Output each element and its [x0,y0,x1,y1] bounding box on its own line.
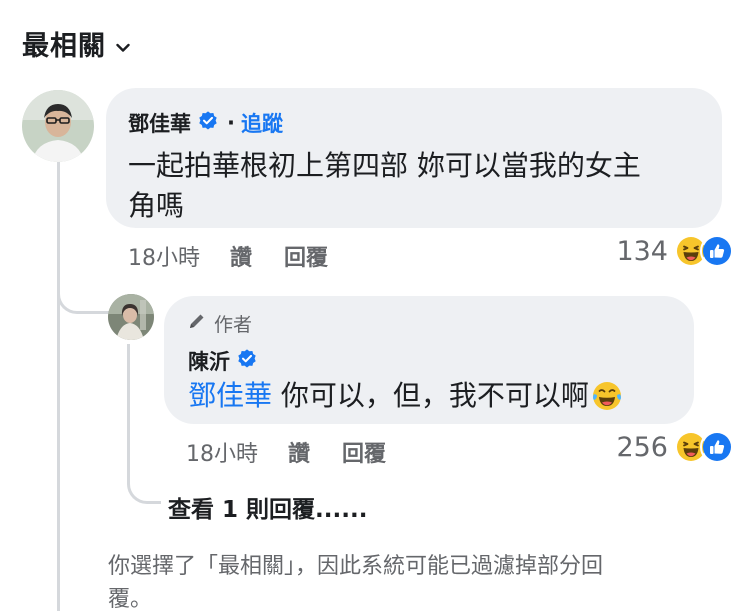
verified-badge-icon [197,110,219,137]
comment-actions: 18小時 讚 回覆 [128,240,360,272]
comment-header: 鄧佳華 · 追蹤 [128,108,283,138]
reaction-count: 134 [616,235,668,267]
filter-notice-line: 覆。 [108,587,153,612]
reply-text-content: 你可以，但，我不可以啊 [272,379,589,412]
separator-dot: · [227,111,235,135]
pen-icon [188,312,214,335]
view-more-replies-link[interactable]: 查看 1 則回覆...... [168,490,367,524]
reply-header: 陳沂 [188,346,258,376]
thread-line-main [57,162,60,611]
reply-timestamp[interactable]: 18小時 [186,436,258,468]
reply-reactions[interactable]: 256 [616,430,734,464]
comment-text-line: 一起拍華根初上第四部 妳可以當我的女主 [128,149,641,182]
reply-button[interactable]: 回覆 [342,436,386,468]
author-tag: 作者 [188,310,252,337]
reply-bubble: 作者 陳沂 鄧佳華 你可以，但，我不可以啊 [164,296,694,424]
sort-dropdown[interactable]: 最相關 [22,24,130,63]
comment-reactions[interactable]: 134 [616,234,734,268]
comment-bubble: 鄧佳華 · 追蹤 一起拍華根初上第四部 妳可以當我的女主 角嗎 [106,88,722,228]
filter-notice-line: 你選擇了「最相關」，因此系統可能已過濾掉部分回 [108,554,604,579]
mention-link[interactable]: 鄧佳華 [188,376,272,416]
thread-connector-more [127,344,161,504]
comment-text: 一起拍華根初上第四部 妳可以當我的女主 角嗎 [128,146,641,226]
tears-of-joy-emoji [591,380,623,412]
reaction-count: 256 [616,431,668,463]
like-icon [700,234,734,268]
like-button[interactable]: 讚 [230,240,252,272]
like-button[interactable]: 讚 [288,436,310,468]
comment-timestamp[interactable]: 18小時 [128,240,200,272]
comment-text-line: 角嗎 [128,189,185,222]
like-icon [700,430,734,464]
thread-connector-reply [57,252,109,314]
reply-text: 鄧佳華 你可以，但，我不可以啊 [188,376,623,416]
avatar[interactable] [108,294,154,340]
sort-label: 最相關 [22,31,106,62]
reply-button[interactable]: 回覆 [284,240,328,272]
reply-author-name[interactable]: 陳沂 [188,346,230,376]
avatar[interactable] [22,90,94,162]
verified-badge-icon [236,348,258,375]
reply-actions: 18小時 讚 回覆 [186,436,418,468]
filter-notice: 你選擇了「最相關」，因此系統可能已過濾掉部分回 覆。 [108,550,728,616]
author-tag-label: 作者 [214,314,253,336]
follow-button[interactable]: 追蹤 [241,108,283,138]
comment-author-name[interactable]: 鄧佳華 [128,108,191,138]
chevron-down-icon [116,29,130,60]
